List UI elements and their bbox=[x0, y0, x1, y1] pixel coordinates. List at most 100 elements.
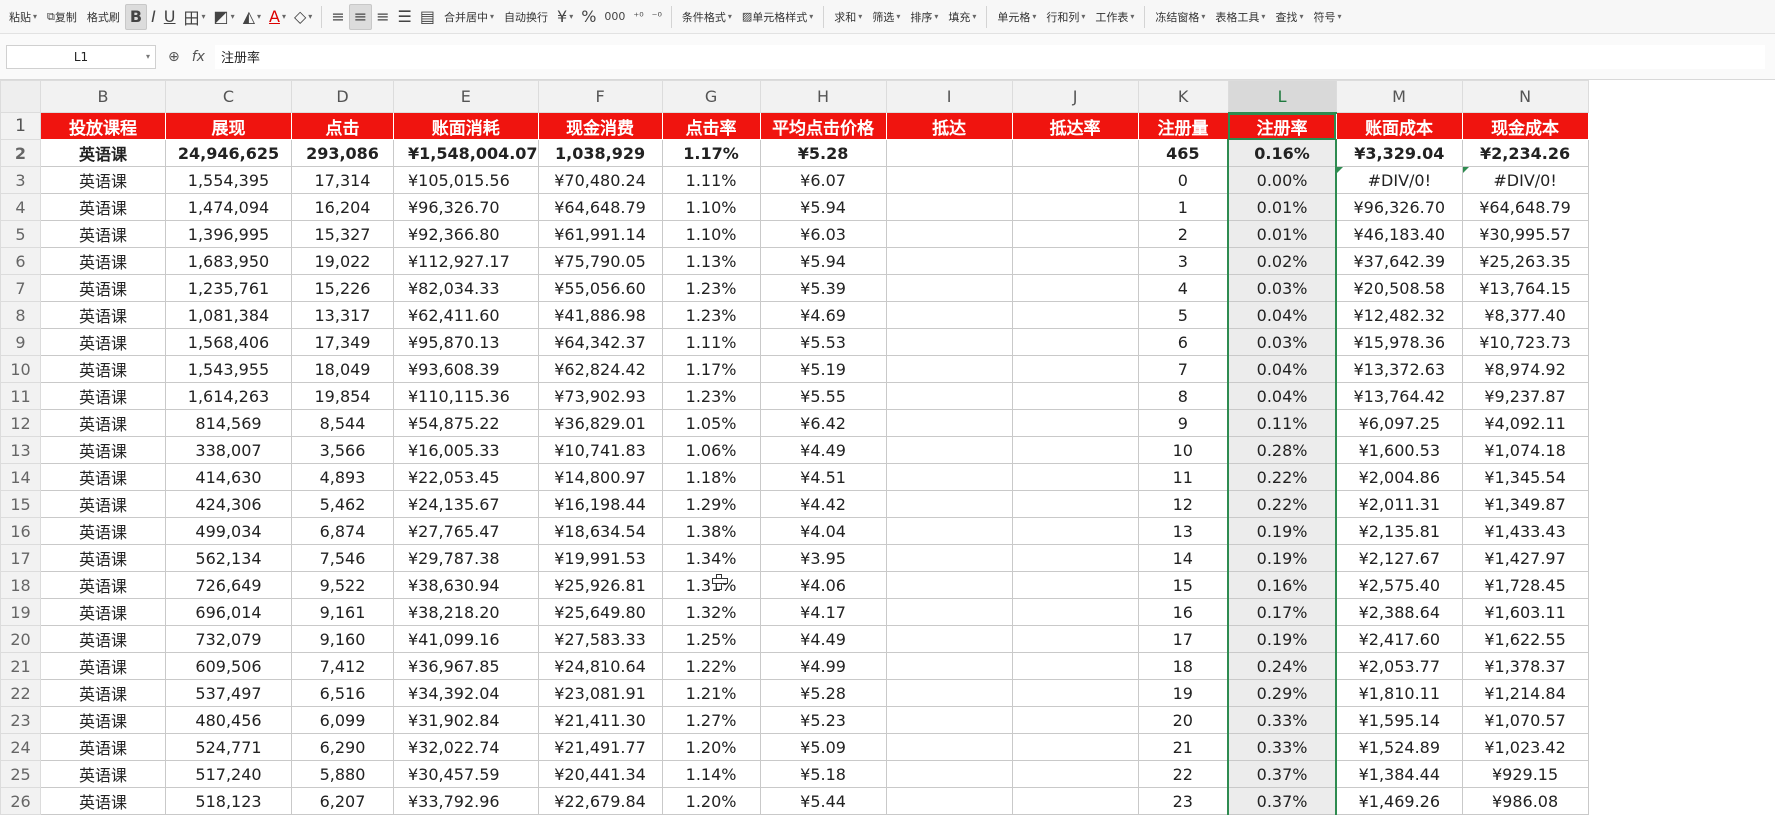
cell[interactable] bbox=[1011, 220, 1139, 248]
cell[interactable] bbox=[885, 517, 1013, 545]
cell[interactable]: 英语课 bbox=[40, 409, 166, 437]
cell[interactable]: 696,014 bbox=[165, 598, 292, 626]
cell[interactable]: ¥1,378.37 bbox=[1461, 652, 1589, 680]
formula-input[interactable]: 注册率 bbox=[214, 44, 1765, 69]
cell[interactable]: 1,235,761 bbox=[165, 274, 292, 302]
cell[interactable]: 1 bbox=[1137, 193, 1229, 221]
cell[interactable]: ¥5.94 bbox=[759, 247, 887, 275]
cell[interactable] bbox=[1011, 490, 1139, 518]
cell[interactable]: ¥25,649.80 bbox=[537, 598, 663, 626]
cell[interactable]: 18 bbox=[1137, 652, 1229, 680]
cell[interactable]: 1.25% bbox=[661, 625, 761, 653]
cell[interactable]: 14 bbox=[1137, 544, 1229, 572]
column-header-f[interactable]: F bbox=[537, 80, 663, 113]
merge-center-button[interactable]: 合并居中 ▾ bbox=[439, 4, 499, 30]
format-painter-button[interactable]: 格式刷 bbox=[82, 4, 125, 30]
cell[interactable]: 13 bbox=[1137, 517, 1229, 545]
cell[interactable]: 0.37% bbox=[1227, 787, 1338, 815]
cell[interactable]: 0.29% bbox=[1227, 679, 1338, 707]
cell[interactable] bbox=[885, 382, 1013, 410]
cell[interactable]: 0.01% bbox=[1227, 193, 1338, 221]
cell[interactable]: ¥1,728.45 bbox=[1461, 571, 1589, 599]
zoom-icon[interactable]: ⊕ bbox=[168, 49, 180, 65]
wrap-text-button[interactable]: 自动换行 bbox=[499, 4, 553, 30]
cell[interactable]: ¥18,634.54 bbox=[537, 517, 663, 545]
cell[interactable]: 5,880 bbox=[291, 760, 394, 788]
cell[interactable]: 10 bbox=[1137, 436, 1229, 464]
cell[interactable] bbox=[885, 436, 1013, 464]
cell[interactable] bbox=[885, 166, 1013, 194]
cell[interactable]: ¥1,074.18 bbox=[1461, 436, 1589, 464]
cell[interactable]: ¥1,469.26 bbox=[1335, 787, 1463, 815]
row-number[interactable]: 4 bbox=[0, 193, 41, 221]
fill-color-icon[interactable]: ◩ ▾ bbox=[210, 4, 239, 30]
cell[interactable]: 0.04% bbox=[1227, 382, 1338, 410]
cell[interactable]: 1.23% bbox=[661, 301, 761, 329]
cell[interactable] bbox=[885, 355, 1013, 383]
cell[interactable]: ¥1,427.97 bbox=[1461, 544, 1589, 572]
cell[interactable]: ¥13,372.63 bbox=[1335, 355, 1463, 383]
cell[interactable]: 732,079 bbox=[165, 625, 292, 653]
cell[interactable]: 英语课 bbox=[40, 733, 166, 761]
cell[interactable]: 0.33% bbox=[1227, 706, 1338, 734]
cell[interactable]: 3 bbox=[1137, 247, 1229, 275]
cell[interactable]: ¥92,366.80 bbox=[393, 220, 539, 248]
cell[interactable]: 0.37% bbox=[1227, 760, 1338, 788]
column-header-m[interactable]: M bbox=[1335, 80, 1463, 113]
row-number[interactable]: 21 bbox=[0, 652, 41, 680]
cell[interactable] bbox=[885, 490, 1013, 518]
cell[interactable]: 465 bbox=[1137, 139, 1229, 167]
cell[interactable]: 1.11% bbox=[661, 328, 761, 356]
filter-button[interactable]: 筛选 ▾ bbox=[867, 4, 905, 30]
cell[interactable]: ¥6.42 bbox=[759, 409, 887, 437]
cell[interactable]: ¥4.17 bbox=[759, 598, 887, 626]
cell[interactable]: 英语课 bbox=[40, 652, 166, 680]
cell[interactable]: 24,946,625 bbox=[165, 139, 292, 167]
cell[interactable]: ¥4.04 bbox=[759, 517, 887, 545]
cell[interactable]: ¥1,070.57 bbox=[1461, 706, 1589, 734]
cell[interactable]: 1,683,950 bbox=[165, 247, 292, 275]
cell[interactable] bbox=[1011, 544, 1139, 572]
cell[interactable]: 英语课 bbox=[40, 706, 166, 734]
cell[interactable]: 英语课 bbox=[40, 382, 166, 410]
cell[interactable] bbox=[1011, 625, 1139, 653]
cell[interactable]: ¥10,741.83 bbox=[537, 436, 663, 464]
cell[interactable] bbox=[885, 193, 1013, 221]
cell[interactable]: 英语课 bbox=[40, 247, 166, 275]
cell[interactable]: ¥96,326.70 bbox=[393, 193, 539, 221]
cell[interactable] bbox=[1011, 760, 1139, 788]
cell[interactable]: ¥5.39 bbox=[759, 274, 887, 302]
column-header-g[interactable]: G bbox=[661, 80, 761, 113]
cell[interactable] bbox=[885, 679, 1013, 707]
cell[interactable]: ¥8,377.40 bbox=[1461, 301, 1589, 329]
cell[interactable]: ¥61,991.14 bbox=[537, 220, 663, 248]
row-number[interactable]: 22 bbox=[0, 679, 41, 707]
cell[interactable] bbox=[885, 220, 1013, 248]
cell[interactable]: 1,568,406 bbox=[165, 328, 292, 356]
cell[interactable]: 814,569 bbox=[165, 409, 292, 437]
cell[interactable]: 0.01% bbox=[1227, 220, 1338, 248]
cell[interactable] bbox=[1011, 517, 1139, 545]
cell[interactable]: ¥23,081.91 bbox=[537, 679, 663, 707]
cell[interactable]: 1.38% bbox=[661, 517, 761, 545]
cell[interactable]: 1,543,955 bbox=[165, 355, 292, 383]
cell[interactable]: ¥105,015.56 bbox=[393, 166, 539, 194]
cell[interactable]: ¥41,886.98 bbox=[537, 301, 663, 329]
header-cell[interactable]: 账面成本 bbox=[1335, 112, 1463, 140]
cell[interactable]: 0.22% bbox=[1227, 490, 1338, 518]
cell[interactable]: ¥41,099.16 bbox=[393, 625, 539, 653]
cell[interactable]: ¥24,810.64 bbox=[537, 652, 663, 680]
cell[interactable]: ¥96,326.70 bbox=[1335, 193, 1463, 221]
column-header-b[interactable]: B bbox=[40, 80, 166, 113]
cell[interactable] bbox=[885, 274, 1013, 302]
cell[interactable]: ¥70,480.24 bbox=[537, 166, 663, 194]
cell[interactable]: ¥38,218.20 bbox=[393, 598, 539, 626]
cell[interactable]: 6,516 bbox=[291, 679, 394, 707]
cell[interactable]: 1.18% bbox=[661, 463, 761, 491]
cell[interactable]: 537,497 bbox=[165, 679, 292, 707]
cell[interactable]: 0.19% bbox=[1227, 625, 1338, 653]
column-header-h[interactable]: H bbox=[759, 80, 887, 113]
header-cell[interactable]: 平均点击价格 bbox=[759, 112, 887, 140]
cell[interactable]: ¥27,765.47 bbox=[393, 517, 539, 545]
header-cell[interactable]: 抵达 bbox=[885, 112, 1013, 140]
